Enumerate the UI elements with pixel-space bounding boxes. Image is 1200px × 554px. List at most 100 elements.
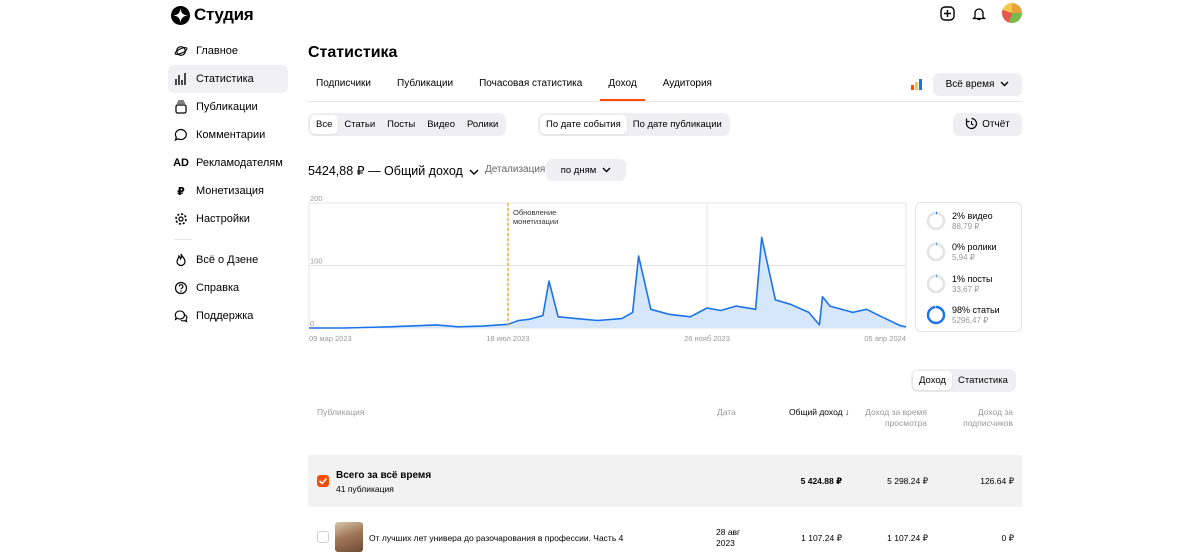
filter-posts[interactable]: Посты <box>381 115 421 134</box>
filter-by-publication-date[interactable]: По дате публикации <box>627 115 728 134</box>
publication-date-day: 28 авг <box>716 527 741 537</box>
legend-amount: 88,79 ₽ <box>952 222 980 231</box>
total-income-label: 5424,88 ₽ — Общий доход <box>308 164 463 178</box>
detail-label: Детализация <box>485 164 546 175</box>
column-header-total-income[interactable]: Общий доход ↓ <box>789 407 849 418</box>
detail-select[interactable]: по дням <box>546 159 626 181</box>
page-title: Статистика <box>308 44 398 61</box>
publication-date-year: 2023 <box>716 538 735 548</box>
sidebar-item-label: Всё о Дзене <box>196 254 259 266</box>
tab-publications[interactable]: Публикации <box>389 74 461 101</box>
flame-icon <box>174 253 188 267</box>
publication-thumbnail <box>335 522 363 552</box>
avatar[interactable] <box>1002 3 1022 23</box>
row-total-income: 1 107.24 ₽ <box>801 533 842 543</box>
ruble-icon: ₽ <box>177 185 185 198</box>
publication-date: 28 авг 2023 <box>716 527 740 549</box>
summary-title: Всего за всё время <box>336 470 432 481</box>
support-icon <box>174 309 188 323</box>
sidebar-item-monetization[interactable]: ₽ Монетизация <box>168 177 288 205</box>
filter-videos[interactable]: Видео <box>421 115 461 134</box>
summary-subscribers-income: 126.64 ₽ <box>980 476 1014 486</box>
chevron-down-icon <box>469 164 479 178</box>
help-icon <box>174 281 188 295</box>
legend-ring <box>926 274 946 294</box>
period-value: Всё время <box>945 79 995 90</box>
sidebar-item-settings[interactable]: Настройки <box>168 205 288 233</box>
series-area <box>309 237 906 328</box>
column-header-views-income[interactable]: Доход за время просмотра <box>864 407 927 429</box>
period-select[interactable]: Всё время <box>933 73 1022 96</box>
tab-hourly[interactable]: Почасовая статистика <box>471 74 590 101</box>
detail-value: по дням <box>560 164 597 176</box>
tab-income[interactable]: Доход <box>600 74 646 101</box>
summary-row: Всего за всё время 41 публикация 5 424.8… <box>308 455 1022 507</box>
filter-articles[interactable]: Статьи <box>338 115 381 134</box>
sidebar-item-help[interactable]: Справка <box>168 274 288 302</box>
comment-icon <box>174 128 188 142</box>
y-tick-label: 200 <box>310 194 323 203</box>
table-mode-income[interactable]: Доход <box>913 371 952 390</box>
chart-type-icon[interactable] <box>911 79 922 90</box>
row-subscribers-income: 0 ₽ <box>1001 533 1015 543</box>
publication-title[interactable]: От лучших лет универа до разочарования в… <box>369 533 623 543</box>
sidebar-item-main[interactable]: Главное <box>168 37 288 65</box>
column-header-subscribers-income[interactable]: Доход за подписчиков <box>946 407 1013 429</box>
sidebar-item-label: Монетизация <box>196 185 264 197</box>
legend-percent: 1% посты <box>952 274 993 284</box>
checkbox-checked[interactable] <box>317 475 329 487</box>
date-mode-filter: По дате события По дате публикации <box>538 113 730 136</box>
tab-subscribers[interactable]: Подписчики <box>308 74 379 101</box>
annotation-label: Обновление <box>513 208 556 217</box>
ring-track <box>926 211 946 231</box>
y-tick-label: 0 <box>310 319 314 328</box>
report-label: Отчёт <box>982 119 1010 130</box>
legend-amount: 5,94 ₽ <box>952 253 975 262</box>
bell-icon[interactable] <box>970 4 988 22</box>
report-button[interactable]: Отчёт <box>953 113 1022 136</box>
legend-item-shorts: 0% ролики 5,94 ₽ <box>926 242 997 262</box>
x-tick-label: 09 мар 2023 <box>309 334 352 343</box>
column-header-publication[interactable]: Публикация <box>317 407 365 418</box>
legend-amount: 5296,47 ₽ <box>952 316 989 325</box>
sidebar-item-stats[interactable]: Статистика <box>168 65 288 93</box>
legend-ring <box>926 211 946 231</box>
total-income-dropdown[interactable]: 5424,88 ₽ — Общий доход <box>308 163 479 178</box>
sidebar-item-label: Статистика <box>196 73 254 85</box>
stats-tabs: Подписчики Публикации Почасовая статисти… <box>308 74 730 101</box>
y-tick-label: 100 <box>310 257 323 266</box>
column-header-date[interactable]: Дата <box>717 407 736 418</box>
table-mode-toggle: Доход Статистика <box>911 369 1016 392</box>
filter-by-event-date[interactable]: По дате события <box>540 115 627 134</box>
stack-icon <box>174 100 188 114</box>
sidebar-item-about-dzen[interactable]: Всё о Дзене <box>168 246 288 274</box>
chevron-down-icon <box>1000 79 1009 90</box>
legend-item-articles: 98% статьи 5296,47 ₽ <box>926 305 1000 325</box>
studio-logo[interactable]: Студия <box>171 5 254 25</box>
bar-chart-icon <box>174 72 188 86</box>
income-breakdown-legend: 2% видео 88,79 ₽ 0% ролики 5,94 ₽ 1% посты… <box>915 202 1022 332</box>
sidebar-item-publications[interactable]: Публикации <box>168 93 288 121</box>
legend-item-video: 2% видео 88,79 ₽ <box>926 211 993 231</box>
legend-ring <box>926 305 946 325</box>
legend-percent: 0% ролики <box>952 242 997 252</box>
report-icon <box>965 117 978 133</box>
sidebar-item-advertisers[interactable]: AD Рекламодателям <box>168 149 288 177</box>
sidebar-item-label: Поддержка <box>196 310 254 322</box>
table-mode-stats[interactable]: Статистика <box>952 371 1014 390</box>
row-checkbox[interactable] <box>317 531 329 543</box>
planet-icon <box>174 44 188 58</box>
series-line <box>309 236 907 329</box>
sidebar-item-label: Справка <box>196 282 240 294</box>
sidebar: Главное Статистика Публикации Комментари… <box>168 37 288 330</box>
sidebar-item-comments[interactable]: Комментарии <box>168 121 288 149</box>
sidebar-item-label: Главное <box>196 45 239 57</box>
add-icon[interactable] <box>938 4 956 22</box>
filter-all[interactable]: Все <box>310 115 339 134</box>
sidebar-item-support[interactable]: Поддержка <box>168 302 288 330</box>
legend-percent: 98% статьи <box>952 305 1000 315</box>
filter-shorts[interactable]: Ролики <box>461 115 504 134</box>
tab-audience[interactable]: Аудитория <box>655 74 720 101</box>
ring-track <box>926 242 946 262</box>
content-type-filter: Все Статьи Посты Видео Ролики <box>308 113 507 136</box>
